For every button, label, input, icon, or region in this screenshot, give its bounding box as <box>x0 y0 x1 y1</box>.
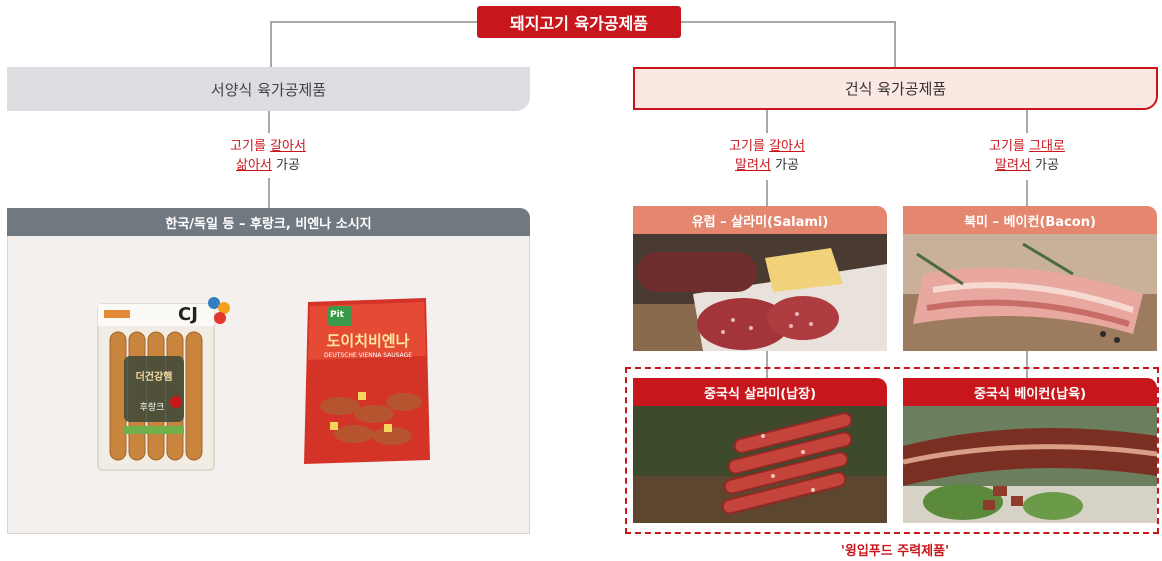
bacon-illustration <box>903 234 1157 351</box>
connector-line <box>1026 110 1028 133</box>
chinese-salami-illustration <box>633 406 887 523</box>
connector-line <box>270 21 272 67</box>
connector-line <box>1026 180 1028 206</box>
bacon-photo <box>903 234 1157 351</box>
chinese-bacon-heading: 중국식 베이컨(납육) <box>903 378 1157 406</box>
dry-category-heading: 건식 육가공제품 <box>633 67 1158 110</box>
dry-method-ground: 고기를 갈아서 말려서 가공 <box>667 137 867 175</box>
cj-logo-text: CJ <box>178 304 198 325</box>
vienna-product-subtext: DEUTSCHE VIENNA SAUSAGE <box>323 352 413 359</box>
salami-illustration <box>633 234 887 351</box>
wingip-caption: '윙입푸드 주력제품' <box>840 544 950 559</box>
western-category-heading: 서양식 육가공제품 <box>7 67 530 111</box>
frank-package-label: 후랑크 <box>139 403 165 413</box>
cj-logo: CJ <box>178 294 232 328</box>
chinese-salami-heading: 중국식 살라미(납장) <box>633 378 887 406</box>
method-keyword: 그대로 <box>1029 139 1065 154</box>
chinese-bacon-photo <box>903 406 1157 523</box>
connector-line <box>268 178 270 208</box>
method-keyword: 갈아서 <box>769 139 805 154</box>
frank-package-text: 더건강햄 <box>135 372 173 383</box>
western-product-heading: 한국/독일 등 – 후랑크, 비엔나 소시지 <box>7 208 530 236</box>
connector-line <box>268 111 270 133</box>
western-method: 고기를 갈아서 삶아서 가공 <box>168 137 368 175</box>
vienna-sausage-bag: Pit 도이치비엔나 DEUTSCHE VIENNA SAUSAGE <box>300 296 434 466</box>
dry-method-whole: 고기를 그대로 말려서 가공 <box>927 137 1127 175</box>
method-text: 고기를 <box>729 139 770 154</box>
connector-line <box>894 21 896 67</box>
method-keyword: 말려서 <box>735 158 771 173</box>
method-text: 고기를 <box>230 139 271 154</box>
bacon-heading: 북미 – 베이컨(Bacon) <box>903 206 1157 234</box>
method-text: 가공 <box>770 158 799 173</box>
vienna-brand: Pit <box>330 310 344 320</box>
western-product-panel: 더건강햄 후랑크 CJ Pit 도이치비엔나 DEUTSCHE VIENNA S… <box>7 236 530 534</box>
connector-line <box>270 21 480 23</box>
connector-line <box>766 180 768 206</box>
salami-heading: 유럽 – 살라미(Salami) <box>633 206 887 234</box>
connector-line <box>766 110 768 133</box>
method-keyword: 갈아서 <box>270 139 306 154</box>
chinese-salami-photo <box>633 406 887 523</box>
method-text: 고기를 <box>989 139 1030 154</box>
main-title: 돼지고기 육가공제품 <box>477 6 681 38</box>
chinese-bacon-illustration <box>903 406 1157 523</box>
vienna-product-name: 도이치비엔나 <box>326 332 410 350</box>
connector-line <box>680 21 896 23</box>
salami-photo <box>633 234 887 351</box>
method-text: 가공 <box>271 158 300 173</box>
vienna-bag-illustration <box>304 298 430 464</box>
method-text: 가공 <box>1030 158 1059 173</box>
method-keyword: 삶아서 <box>236 158 272 173</box>
method-keyword: 말려서 <box>995 158 1031 173</box>
